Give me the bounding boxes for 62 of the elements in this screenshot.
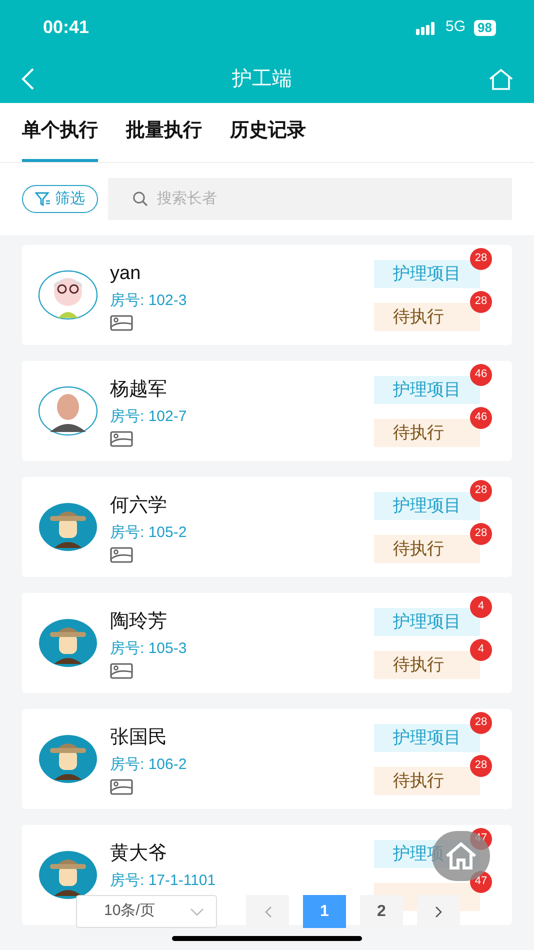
home-icon[interactable] xyxy=(488,68,514,90)
search-field[interactable]: 搜索长者 xyxy=(108,178,512,220)
room-number: 房号: 105-2 xyxy=(110,523,188,543)
room-number: 房号: 102-7 xyxy=(110,407,188,427)
count-badge: 46 xyxy=(470,406,492,428)
resident-name: 杨越军 xyxy=(110,378,168,402)
page-button[interactable]: 2 xyxy=(360,895,403,928)
avatar-icon xyxy=(38,270,98,320)
image-icon xyxy=(110,662,133,678)
pending-tag[interactable]: 待执行 xyxy=(374,534,480,562)
status-time: 00:41 xyxy=(43,16,90,39)
image-icon xyxy=(110,778,133,794)
resident-card[interactable]: yan 房号: 102-3 护理项目 28 待执行 28 xyxy=(22,245,512,345)
battery-level: 98 xyxy=(474,20,496,36)
tab[interactable]: 历史记录 xyxy=(230,103,306,162)
filter-button[interactable]: 筛选 xyxy=(22,185,98,213)
avatar-icon xyxy=(38,850,98,900)
chevron-left-icon xyxy=(264,906,272,918)
chevron-down-icon xyxy=(190,908,204,916)
resident-name: 何六学 xyxy=(110,494,168,518)
back-icon[interactable] xyxy=(20,67,36,91)
room-number: 房号: 102-3 xyxy=(110,291,188,311)
filter-icon xyxy=(35,191,51,207)
pending-tag[interactable]: 待执行 xyxy=(374,650,480,678)
image-icon xyxy=(110,546,133,562)
count-badge: 28 xyxy=(470,754,492,776)
tab[interactable]: 批量执行 xyxy=(126,103,202,162)
pending-tag[interactable]: 待执行 xyxy=(374,766,480,794)
avatar-icon xyxy=(38,734,98,784)
avatar-icon xyxy=(38,618,98,668)
resident-name: 黄大爷 xyxy=(110,842,168,866)
search-input[interactable]: 搜索长者 xyxy=(156,188,488,210)
page-size-select[interactable]: 10条/页 xyxy=(76,895,217,928)
room-number: 房号: 17-1-1101 xyxy=(110,871,217,891)
avatar-icon xyxy=(38,386,98,436)
count-badge: 28 xyxy=(470,480,492,502)
room-number: 房号: 106-2 xyxy=(110,755,188,775)
home-icon xyxy=(445,842,477,870)
count-badge: 4 xyxy=(470,638,492,660)
avatar-icon xyxy=(38,502,98,552)
resident-card[interactable]: 何六学 房号: 105-2 护理项目 28 待执行 28 xyxy=(22,477,512,577)
search-icon xyxy=(132,190,149,208)
resident-name: yan xyxy=(110,262,142,286)
resident-card[interactable]: 陶玲芳 房号: 105-3 护理项目 4 待执行 4 xyxy=(22,593,512,693)
resident-card[interactable]: 张国民 房号: 106-2 护理项目 28 待执行 28 xyxy=(22,709,512,809)
network-label: 5G xyxy=(446,17,466,38)
count-badge: 46 xyxy=(470,364,492,386)
pending-tag[interactable]: 待执行 xyxy=(374,418,480,446)
resident-name: 张国民 xyxy=(110,726,168,750)
count-badge: 28 xyxy=(470,290,492,312)
count-badge: 28 xyxy=(470,522,492,544)
chevron-right-icon xyxy=(434,906,442,918)
count-badge: 28 xyxy=(470,248,492,270)
page-title: 护工端 xyxy=(232,67,292,92)
image-icon xyxy=(110,430,133,446)
count-badge: 28 xyxy=(470,712,492,734)
pending-tag[interactable]: 待执行 xyxy=(374,302,480,330)
resident-card[interactable]: 杨越军 房号: 102-7 护理项目 46 待执行 46 xyxy=(22,361,512,461)
room-number: 房号: 105-3 xyxy=(110,639,188,659)
resident-name: 陶玲芳 xyxy=(110,610,168,634)
image-icon xyxy=(110,314,133,330)
count-badge: 4 xyxy=(470,596,492,618)
